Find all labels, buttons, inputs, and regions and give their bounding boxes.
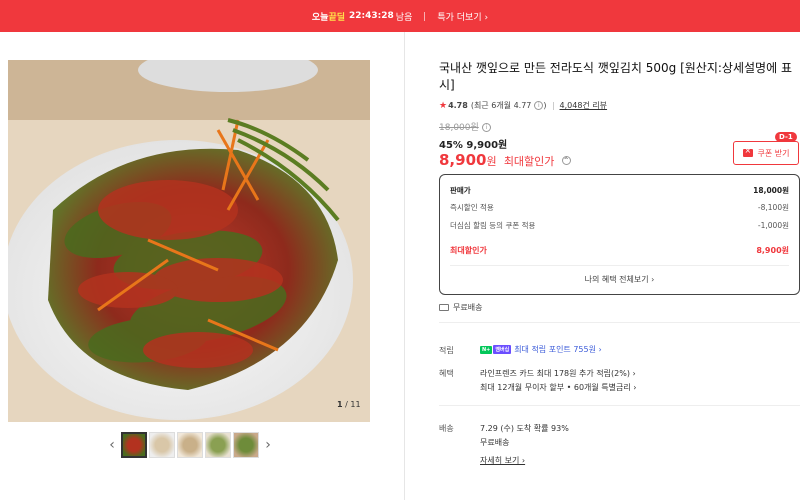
reviews-link[interactable]: 4,048건 리뷰: [560, 100, 608, 111]
points-text: 최대 적립 포인트 755원 ›: [514, 345, 602, 354]
price-row-max: 최대할인가 8,900원: [450, 246, 789, 255]
deal-timer-suffix: 남음: [395, 12, 413, 23]
thumbnail-1[interactable]: [121, 432, 147, 458]
product-title: 국내산 깻잎으로 만든 전라도식 깻잎김치 500g [원산지:상세설명에 표시…: [439, 61, 792, 92]
coupon-button[interactable]: 쿠폰 받기: [733, 141, 799, 165]
free-shipping-badge: 무료배송: [439, 302, 482, 313]
membership-badge: 멤버십: [493, 345, 512, 354]
coupon-icon: [742, 146, 753, 157]
points-row[interactable]: N+ 멤버십 최대 적립 포인트 755원 ›: [480, 344, 602, 355]
rating-score: 4.78: [448, 101, 468, 110]
delivery-label: 배송: [439, 424, 454, 433]
banner-divider: [424, 11, 426, 21]
points-label: 적립: [439, 346, 454, 355]
delivery-free: 무료배송: [480, 438, 510, 447]
my-benefits-link[interactable]: 나의 혜택 전체보기 ›: [440, 274, 799, 285]
price-row-sale: 판매가 18,000원: [450, 186, 789, 195]
deal-brand: 오늘끝딜: [311, 12, 346, 23]
price-info-icon[interactable]: i: [481, 123, 491, 132]
deal-timer: 22:43:28: [349, 11, 394, 21]
price-row-coupon: 더심심 할림 등의 쿠폰 적용 -1,000원: [450, 221, 789, 230]
original-price-row: 18,000원 i: [439, 120, 491, 133]
dday-badge: D-1: [775, 132, 797, 142]
truck-icon: [439, 304, 449, 311]
max-price-unit: 원: [486, 155, 497, 168]
deal-banner[interactable]: 오늘끝딜 22:43:28 남음 특가 더보기 ›: [0, 0, 800, 32]
max-price-row[interactable]: 8,900원 최대할인가 ^: [439, 151, 571, 169]
product-main-image[interactable]: [8, 60, 370, 422]
thumbnail-strip: ‹ ›: [104, 432, 276, 458]
discount-price-row: 45% 9,900원: [439, 136, 507, 151]
original-price: 18,000원: [439, 123, 479, 133]
thumbnail-prev-icon[interactable]: ‹: [104, 437, 120, 453]
max-price-value: 8,900: [439, 151, 487, 169]
perks-line-1[interactable]: 라인프렌즈 카드 최대 178원 추가 적립(2%) ›: [480, 368, 636, 379]
star-icon: ★: [439, 100, 448, 111]
section-divider-1: [439, 322, 800, 323]
rating-row: ★ 4.78 (최근 6개월 4.77 i ) 4,048건 리뷰: [439, 100, 607, 111]
rating-recent: (최근 6개월 4.77: [470, 101, 532, 110]
discount-percent: 45%: [439, 140, 463, 151]
rating-recent-close: ): [543, 101, 547, 110]
delivery-eta: 7.29 (수) 도착 확률 93%: [480, 424, 569, 433]
thumbnail-next-icon[interactable]: ›: [260, 437, 276, 453]
chevron-up-icon[interactable]: ^: [561, 156, 571, 165]
info-icon[interactable]: i: [534, 101, 544, 110]
thumbnail-3[interactable]: [177, 432, 203, 458]
thumbnail-5[interactable]: [233, 432, 259, 458]
delivery-details-link[interactable]: 자세히 보기 ›: [480, 455, 525, 466]
max-price-label: 최대할인가: [503, 155, 555, 168]
coupon-label: 쿠폰 받기: [757, 148, 790, 158]
price-row-instant: 즉시할인 적용 -8,100원: [450, 203, 789, 212]
rating-divider: [552, 101, 554, 110]
naver-plus-badge: N+: [480, 345, 493, 354]
price-breakdown-box: 판매가 18,000원 즉시할인 적용 -8,100원 더심심 할림 등의 쿠폰 적…: [439, 174, 800, 295]
more-deals-link[interactable]: 특가 더보기 ›: [437, 10, 488, 23]
section-divider-2: [439, 405, 800, 406]
column-divider: [404, 32, 405, 500]
perks-label: 혜택: [439, 369, 454, 378]
discount-price: 9,900원: [466, 140, 508, 151]
thumbnail-4[interactable]: [205, 432, 231, 458]
thumbnail-2[interactable]: [149, 432, 175, 458]
image-counter: 1 / 11: [337, 400, 361, 409]
price-box-divider: [450, 265, 789, 266]
perks-line-2[interactable]: 최대 12개월 무이자 할부 • 60개월 특별금리 ›: [480, 382, 636, 393]
